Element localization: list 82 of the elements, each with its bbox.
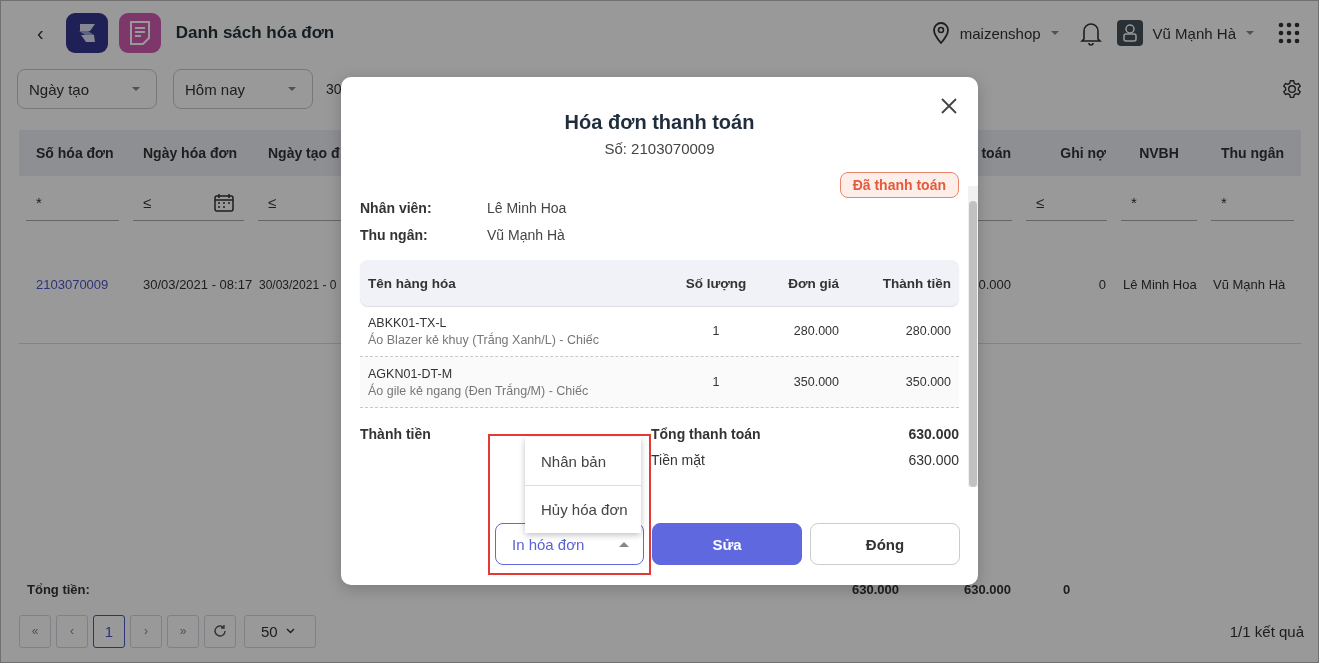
column-header: Số lượng xyxy=(684,275,748,291)
location-name: maizenshop xyxy=(959,24,1041,42)
user-name: Vũ Mạnh Hà xyxy=(1152,24,1236,42)
back-button[interactable]: ‹ xyxy=(31,21,50,45)
filter-field[interactable]: * xyxy=(1121,185,1197,221)
refresh-icon xyxy=(213,624,227,638)
column-header: toán xyxy=(980,145,1012,161)
caret-icon xyxy=(1246,31,1254,35)
total-value: 0 xyxy=(1061,581,1072,597)
filter-field[interactable]: * xyxy=(1211,185,1294,221)
edit-button[interactable]: Sửa xyxy=(652,523,802,565)
total-value: 630.000 xyxy=(963,581,1012,597)
product-code: ABKK01-TX-L xyxy=(368,315,448,330)
total-label: Tổng tiền: xyxy=(27,581,90,597)
info-value: Vũ Mạnh Hà xyxy=(487,226,565,243)
product-name: Áo gile kẻ ngang (Đen Trắng/M) - Chiếc xyxy=(368,383,590,398)
column-header: Ngày tạo đ xyxy=(267,145,341,161)
amount-cell-text: 350.000 xyxy=(904,375,951,389)
invoice-link[interactable]: 2103070009 xyxy=(36,277,109,292)
summary-value: 630.000 xyxy=(908,426,959,442)
date-range-text: 30 xyxy=(326,81,342,97)
page-size-select[interactable]: 50 xyxy=(244,614,316,648)
product-code: AGKN01-DT-M xyxy=(368,366,454,381)
column-header: Thành tiền xyxy=(881,275,951,291)
apps-grid-icon[interactable] xyxy=(1278,22,1300,44)
page-title: Danh sách hóa đơn xyxy=(175,23,335,43)
column-header: Ghi nợ xyxy=(1059,145,1107,161)
table-cell: 30/03/2021 - 0 xyxy=(259,277,337,292)
result-count: 1/1 kết quả xyxy=(1229,622,1304,640)
settings-icon[interactable] xyxy=(1282,79,1302,99)
column-header: Thu ngân xyxy=(1220,145,1285,161)
table-cell: Lê Minh Hoa xyxy=(1123,277,1197,292)
app-logo-icon xyxy=(65,13,108,53)
amount-cell-text: 280.000 xyxy=(904,324,951,338)
column-header: Đơn giá xyxy=(787,275,839,291)
filter-field[interactable]: ≤ xyxy=(133,185,244,221)
caret-icon xyxy=(132,87,140,91)
close-dialog-button[interactable]: Đóng xyxy=(810,523,960,565)
modal-title: Hóa đơn thanh toán xyxy=(564,111,755,134)
status-badge: Đã thanh toán xyxy=(839,172,959,198)
summary-label: Thành tiền xyxy=(360,426,431,442)
menu-item[interactable]: Nhân bản xyxy=(525,437,641,485)
page-button[interactable]: 1 xyxy=(93,614,125,648)
invoice-number: Số: 2103070009 xyxy=(604,140,715,157)
table-cell: 0.000 xyxy=(978,277,1011,292)
summary-label: Tổng thanh toán xyxy=(651,426,761,442)
price-cell-text: 280.000 xyxy=(792,324,839,338)
column-header: Số hóa đơn xyxy=(35,145,115,161)
notification-bell-icon[interactable] xyxy=(1078,20,1103,46)
table-cell: 0 xyxy=(1098,277,1106,292)
menu-item[interactable]: Hủy hóa đơn xyxy=(525,485,641,533)
dropdown-select[interactable]: Ngày tạo xyxy=(17,69,157,109)
quantity-cell-text: 1 xyxy=(711,375,721,389)
caret-icon xyxy=(619,541,629,547)
info-label: Nhân viên: xyxy=(360,199,433,216)
info-label: Thu ngân: xyxy=(360,226,429,243)
calendar-icon xyxy=(214,193,234,212)
user-menu[interactable]: Vũ Mạnh Hà xyxy=(1116,20,1254,46)
quantity-cell-text: 1 xyxy=(711,324,721,338)
summary-label: Tiền mặt xyxy=(651,452,705,468)
column-header: NVBH xyxy=(1138,145,1180,161)
table-cell: 30/03/2021 - 08:17 xyxy=(143,277,253,292)
summary-value: 630.000 xyxy=(908,452,959,468)
location-selector[interactable]: maizenshop xyxy=(931,21,1059,45)
product-name: Áo Blazer kẻ khuy (Trắng Xanh/L) - Chiếc xyxy=(368,332,600,347)
price-cell-text: 350.000 xyxy=(792,375,839,389)
table-cell: Vũ Mạnh Hà xyxy=(1213,277,1286,292)
close-icon xyxy=(941,98,957,114)
document-icon xyxy=(118,13,161,53)
info-value: Lê Minh Hoa xyxy=(487,199,567,216)
caret-icon xyxy=(1050,31,1059,35)
location-pin-icon xyxy=(931,21,950,45)
column-header: Tên hàng hóa xyxy=(368,275,457,291)
dropdown-select[interactable]: Hôm nay xyxy=(173,69,313,109)
filter-field[interactable]: ≤ xyxy=(1026,185,1107,221)
column-header: Ngày hóa đơn xyxy=(142,145,238,161)
refresh-button[interactable] xyxy=(204,614,236,648)
chevron-down-icon xyxy=(285,628,295,634)
filter-field[interactable]: * xyxy=(26,185,119,221)
avatar-icon xyxy=(1116,20,1143,46)
caret-icon xyxy=(288,87,296,91)
total-value: 630.000 xyxy=(851,581,900,597)
